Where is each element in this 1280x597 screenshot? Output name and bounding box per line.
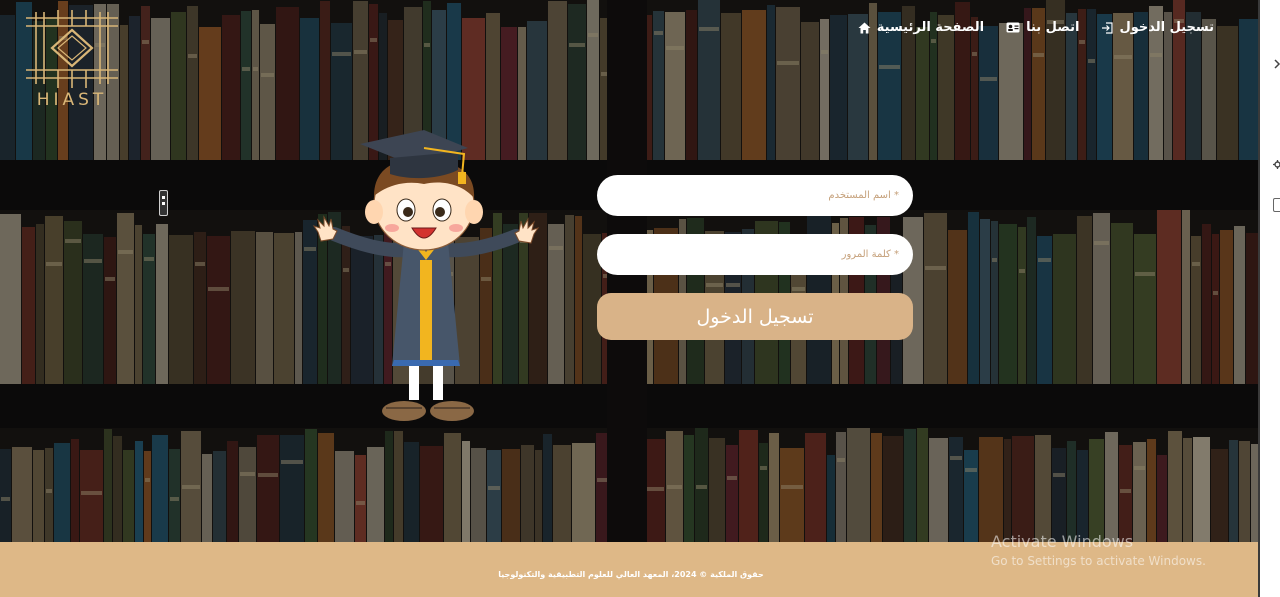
edge-gear-icon[interactable] bbox=[1273, 154, 1280, 169]
edge-arrow-icon[interactable] bbox=[1273, 54, 1280, 69]
footer-copyright: حقوق الملكية © 2024، المعهد العالي للعلو… bbox=[498, 570, 764, 579]
contact-card-icon bbox=[1006, 22, 1020, 33]
login-button[interactable]: تسجيل الدخول bbox=[597, 293, 913, 340]
home-icon bbox=[858, 22, 871, 33]
nav-login[interactable]: تسجيل الدخول bbox=[1101, 20, 1214, 35]
watermark-title: Activate Windows bbox=[991, 532, 1134, 551]
nav-contact-label: اتصل بنا bbox=[1026, 20, 1080, 35]
nav-login-label: تسجيل الدخول bbox=[1119, 20, 1214, 35]
login-icon bbox=[1102, 21, 1114, 34]
logo-text: HIAST bbox=[36, 90, 108, 110]
edge-panel-icon[interactable] bbox=[1273, 198, 1280, 212]
top-nav: تسجيل الدخول اتصل بنا الصفحة الرئيسية bbox=[858, 20, 1214, 35]
hiast-logo[interactable]: HIAST bbox=[22, 8, 122, 112]
edge-divider bbox=[1258, 0, 1260, 597]
password-input[interactable] bbox=[597, 234, 913, 275]
graduate-mascot-illustration bbox=[312, 124, 540, 429]
nav-home-label: الصفحة الرئيسية bbox=[876, 20, 985, 35]
nav-contact[interactable]: اتصل بنا bbox=[1006, 20, 1079, 35]
logo-mark-icon bbox=[26, 10, 118, 88]
right-edge-panel bbox=[1258, 0, 1280, 597]
nav-home[interactable]: الصفحة الرئيسية bbox=[858, 20, 984, 35]
watermark-subtitle: Go to Settings to activate Windows. bbox=[991, 554, 1206, 568]
scroll-handle[interactable] bbox=[159, 190, 168, 216]
username-input[interactable] bbox=[597, 175, 913, 216]
activate-windows-watermark: Activate Windows Go to Settings to activ… bbox=[991, 532, 1206, 568]
